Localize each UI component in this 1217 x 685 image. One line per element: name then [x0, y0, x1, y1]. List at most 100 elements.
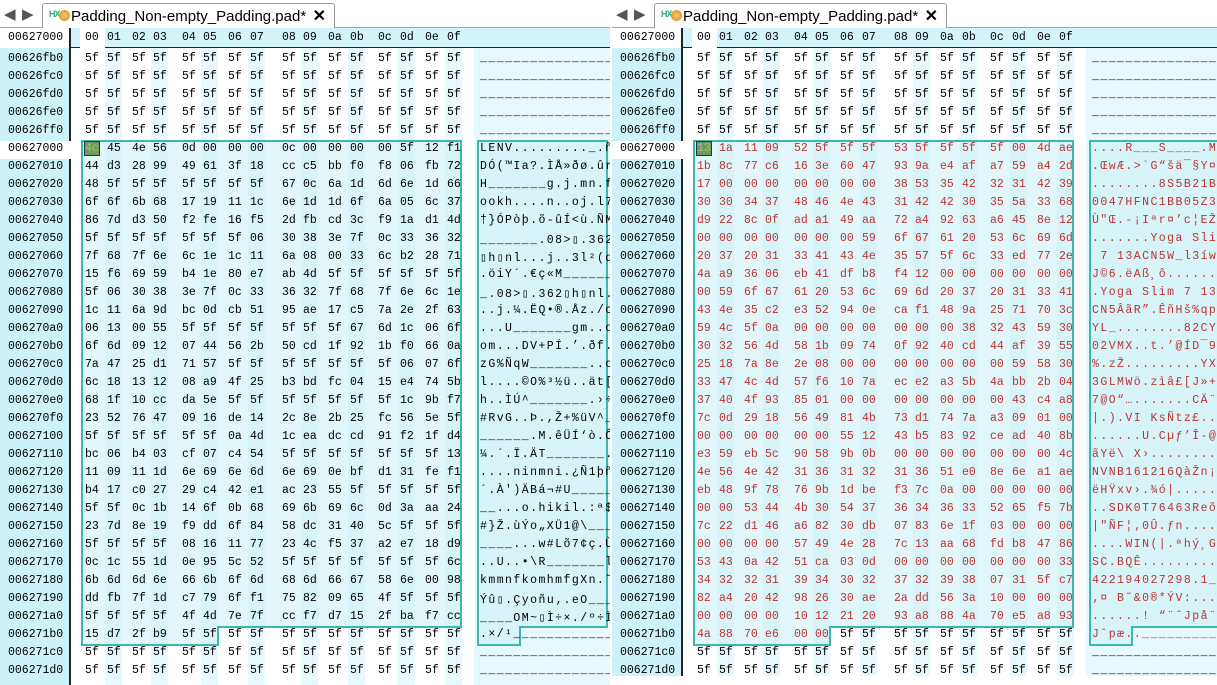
- hex-byte[interactable]: 5f: [425, 484, 439, 497]
- hex-byte[interactable]: 1f: [425, 430, 439, 443]
- hex-byte[interactable]: 5f: [132, 88, 146, 101]
- hex-byte[interactable]: 5f: [203, 430, 217, 443]
- hex-byte[interactable]: 5f: [862, 106, 876, 119]
- hex-byte[interactable]: 45: [1012, 214, 1026, 227]
- hex-byte[interactable]: 00: [328, 142, 342, 155]
- hex-byte[interactable]: 5f: [182, 646, 196, 659]
- hex-byte[interactable]: 00: [894, 448, 908, 461]
- hex-byte[interactable]: 5f: [1037, 70, 1051, 83]
- hex-byte[interactable]: dc: [303, 520, 317, 533]
- hex-byte[interactable]: 35: [990, 196, 1004, 209]
- hex-byte[interactable]: 00: [815, 178, 829, 191]
- ascii-text[interactable]: .öiY´.€ç«M______: [480, 268, 610, 281]
- hex-byte[interactable]: 1d: [328, 196, 342, 209]
- hex-byte[interactable]: 84: [250, 520, 264, 533]
- hex-byte[interactable]: 51: [794, 556, 808, 569]
- hex-byte[interactable]: 36: [425, 232, 439, 245]
- hex-byte[interactable]: 6d: [378, 178, 392, 191]
- hex-byte[interactable]: aa: [425, 502, 439, 515]
- hex-byte[interactable]: fd: [990, 538, 1004, 551]
- hex-byte[interactable]: 92: [915, 340, 929, 353]
- hex-byte[interactable]: 68: [962, 538, 976, 551]
- hex-byte[interactable]: 5f: [447, 106, 461, 119]
- hex-byte[interactable]: 5f: [765, 88, 779, 101]
- hex-byte[interactable]: 49: [840, 214, 854, 227]
- hex-byte[interactable]: 48: [85, 178, 99, 191]
- hex-byte[interactable]: 7f: [132, 250, 146, 263]
- ascii-text[interactable]: ▯h▯nl...j..3l²(q: [480, 250, 610, 265]
- hex-byte[interactable]: 5f: [203, 106, 217, 119]
- hex-byte[interactable]: 5f: [915, 628, 929, 641]
- hex-byte[interactable]: 00: [328, 250, 342, 263]
- hex-byte[interactable]: 7f: [132, 592, 146, 605]
- hex-byte[interactable]: 5f: [400, 628, 414, 641]
- hex-byte[interactable]: 4d: [765, 376, 779, 389]
- hex-byte[interactable]: 00: [962, 268, 976, 281]
- hex-byte[interactable]: 5f: [228, 358, 242, 371]
- hex-byte[interactable]: ab: [282, 268, 296, 281]
- hex-pane-right[interactable]: ◀ ▶ HX Padding_Non-empty_Padding.pad* ✕ 00627…: [612, 0, 1217, 676]
- hex-byte[interactable]: 5f: [182, 232, 196, 245]
- hex-byte[interactable]: 5f: [203, 70, 217, 83]
- hex-byte[interactable]: 5f: [940, 628, 954, 641]
- hex-byte[interactable]: 5f: [400, 124, 414, 137]
- hex-byte[interactable]: 5f: [378, 70, 392, 83]
- hex-byte[interactable]: 5f: [303, 358, 317, 371]
- hex-byte[interactable]: 7d: [107, 214, 121, 227]
- hex-byte[interactable]: 38: [894, 178, 908, 191]
- hex-byte[interactable]: 39: [1059, 178, 1073, 191]
- hex-byte[interactable]: 5f: [303, 664, 317, 677]
- hex-byte[interactable]: 5b: [962, 376, 976, 389]
- hex-byte[interactable]: 66: [182, 574, 196, 587]
- hex-byte[interactable]: b4: [132, 448, 146, 461]
- hex-byte[interactable]: 25: [697, 358, 711, 371]
- hex-byte[interactable]: 86: [85, 214, 99, 227]
- hex-byte[interactable]: 52: [815, 304, 829, 317]
- hex-byte[interactable]: 5f: [250, 178, 264, 191]
- hex-byte[interactable]: 5f: [840, 88, 854, 101]
- hex-byte[interactable]: fb: [425, 160, 439, 173]
- hex-byte[interactable]: 5f: [282, 664, 296, 677]
- hex-byte[interactable]: e7: [250, 268, 264, 281]
- hex-byte[interactable]: cf: [182, 448, 196, 461]
- hex-byte[interactable]: 5f: [1037, 124, 1051, 137]
- hex-byte[interactable]: 5f: [303, 124, 317, 137]
- hex-byte[interactable]: ae: [1059, 142, 1073, 155]
- hex-byte[interactable]: 49: [815, 412, 829, 425]
- hex-byte[interactable]: cc: [282, 160, 296, 173]
- hex-byte[interactable]: 19: [203, 196, 217, 209]
- hex-byte[interactable]: 5f: [282, 106, 296, 119]
- hex-byte[interactable]: 34: [915, 502, 929, 515]
- hex-byte[interactable]: b4: [182, 268, 196, 281]
- hex-byte[interactable]: c2: [765, 304, 779, 317]
- hex-byte[interactable]: 31: [1012, 574, 1026, 587]
- hex-byte[interactable]: 5f: [1037, 664, 1051, 676]
- hex-byte[interactable]: 5c: [228, 556, 242, 569]
- hex-byte[interactable]: 5f: [228, 322, 242, 335]
- hex-byte[interactable]: 4c: [1059, 448, 1073, 461]
- hex-byte[interactable]: 4a: [990, 376, 1004, 389]
- hex-byte[interactable]: 5f: [990, 52, 1004, 65]
- hex-byte[interactable]: 5f: [132, 232, 146, 245]
- hex-byte[interactable]: 69: [132, 268, 146, 281]
- hex-byte[interactable]: 5f: [940, 124, 954, 137]
- hex-byte[interactable]: 17: [328, 304, 342, 317]
- hex-byte[interactable]: 33: [794, 250, 808, 263]
- hex-byte[interactable]: 5f: [940, 664, 954, 676]
- hex-byte[interactable]: 5f: [425, 664, 439, 677]
- hex-byte[interactable]: 56: [153, 142, 167, 155]
- hex-byte[interactable]: 5f: [378, 664, 392, 677]
- hex-byte[interactable]: 5f: [328, 556, 342, 569]
- hex-byte[interactable]: 43: [1012, 394, 1026, 407]
- hex-byte[interactable]: 28: [425, 250, 439, 263]
- hex-byte[interactable]: 5f: [328, 358, 342, 371]
- hex-byte[interactable]: 5f: [1059, 52, 1073, 65]
- hex-byte[interactable]: 15: [378, 376, 392, 389]
- hex-byte[interactable]: a1: [815, 214, 829, 227]
- hex-byte[interactable]: 55: [132, 556, 146, 569]
- hex-byte[interactable]: f3: [894, 484, 908, 497]
- hex-byte[interactable]: 5f: [894, 646, 908, 659]
- hex-byte[interactable]: 7c: [894, 538, 908, 551]
- hex-byte[interactable]: 5f: [328, 52, 342, 65]
- hex-byte[interactable]: 42: [228, 484, 242, 497]
